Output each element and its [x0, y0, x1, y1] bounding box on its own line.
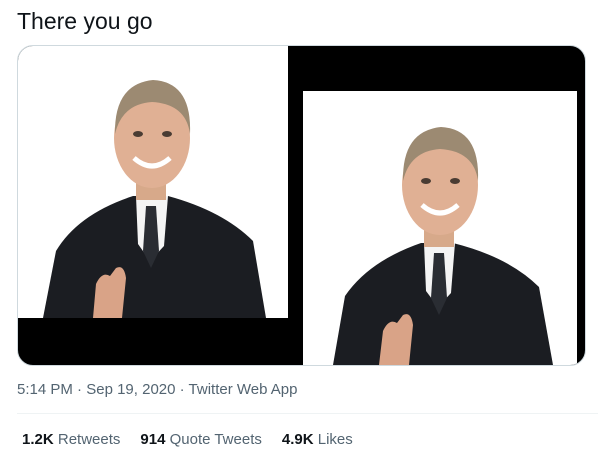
likes-stat[interactable]: 4.9K Likes: [282, 430, 353, 450]
retweets-stat[interactable]: 1.2K Retweets: [22, 430, 120, 450]
quote-tweets-stat[interactable]: 914 Quote Tweets: [140, 430, 261, 450]
likes-label: Likes: [317, 431, 353, 448]
meta-separator: ·: [72, 381, 87, 398]
tweet-stats: 1.2K Retweets 914 Quote Tweets 4.9K Like…: [22, 430, 353, 450]
retweets-label: Retweets: [57, 431, 121, 448]
tweet-time[interactable]: 5:14 PM: [17, 381, 73, 398]
meta-separator: ·: [175, 381, 189, 398]
person-portrait-right: [333, 127, 553, 365]
quote-tweets-count: 914: [140, 431, 166, 448]
tweet-date[interactable]: Sep 19, 2020: [86, 381, 175, 398]
retweets-count: 1.2K: [22, 431, 54, 448]
media-grid: [17, 45, 586, 366]
tweet-text: There you go: [17, 8, 153, 34]
tweet-meta: 5:14 PM · Sep 19, 2020 · Twitter Web App: [17, 380, 297, 400]
divider: [17, 413, 598, 414]
tweet-source[interactable]: Twitter Web App: [189, 381, 298, 398]
likes-count: 4.9K: [281, 431, 314, 448]
person-portrait-left: [43, 80, 266, 318]
media-photo-left[interactable]: [18, 46, 300, 365]
quote-tweets-label: Quote Tweets: [169, 431, 262, 448]
media-photo-right[interactable]: [303, 46, 585, 365]
